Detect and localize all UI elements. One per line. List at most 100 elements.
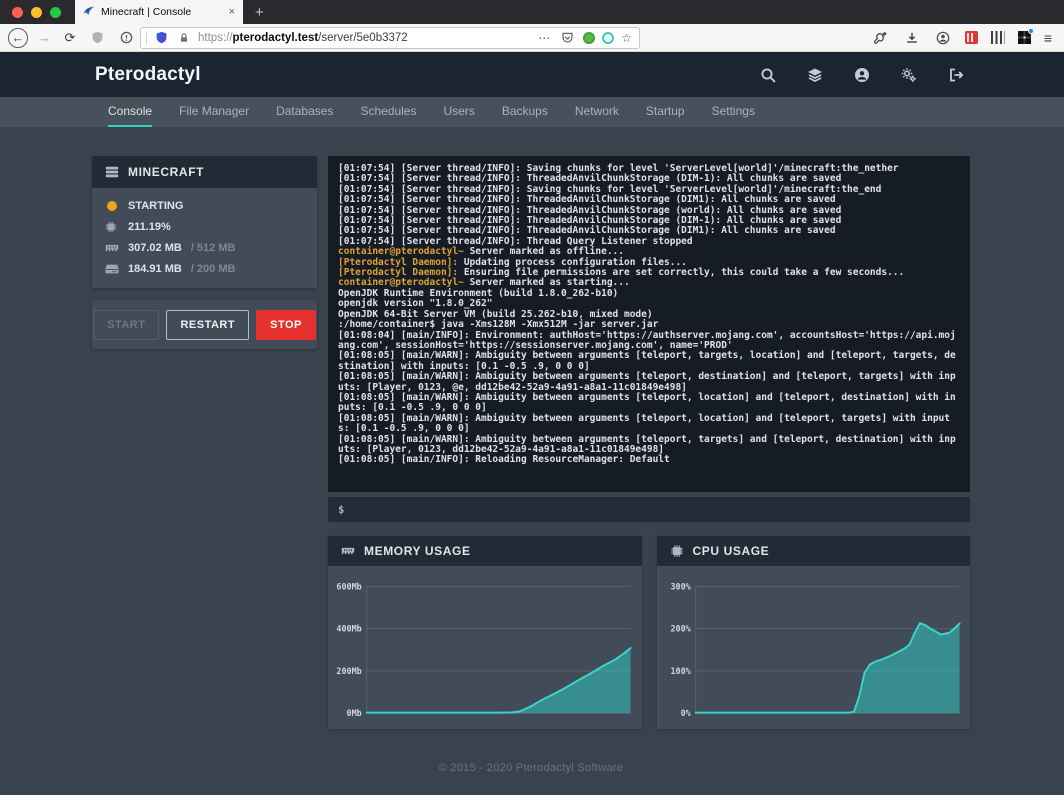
pocket-icon[interactable]	[558, 29, 576, 47]
menu-icon[interactable]: ≡	[1044, 30, 1052, 46]
extension-bars-icon[interactable]	[991, 31, 1005, 44]
disk-usage-stat: 184.91 MB / 200 MB	[105, 263, 304, 275]
console-column: [01:07:54] [Server thread/INFO]: Saving …	[328, 156, 970, 729]
close-window-button[interactable]	[12, 7, 23, 18]
memory-chart-header: MEMORY USAGE	[328, 536, 642, 566]
extension-teal-icon[interactable]	[602, 32, 614, 44]
disk-limit: / 200 MB	[191, 263, 236, 275]
url-bar[interactable]: https://pterodactyl.test/server/5e0b3372…	[140, 27, 640, 49]
disk-icon	[105, 263, 119, 275]
start-button[interactable]: START	[93, 310, 159, 340]
browser-tabstrip: Minecraft | Console × +	[0, 0, 1064, 24]
url-scheme: https://	[198, 32, 233, 44]
search-icon[interactable]	[760, 67, 776, 83]
user-account-icon[interactable]	[854, 67, 870, 83]
server-card-header: MINECRAFT	[92, 156, 317, 188]
server-icon	[105, 165, 119, 179]
restart-button[interactable]: RESTART	[166, 310, 249, 340]
server-stats: STARTING 211.19% 307.02 MB	[92, 188, 317, 288]
tab-backups[interactable]: Backups	[502, 97, 548, 127]
tab-title: Minecraft | Console	[101, 6, 223, 18]
permissions-info-icon[interactable]	[117, 29, 135, 47]
fullscreen-window-button[interactable]	[50, 7, 61, 18]
memory-usage-chart-card: MEMORY USAGE 0Mb200Mb400Mb600Mb	[328, 536, 642, 729]
urlbar-divider	[146, 31, 147, 45]
cpu-value: 211.19%	[128, 221, 171, 233]
footer-copyright: © 2015 - 2020 Pterodactyl Software	[92, 762, 970, 774]
status-badge: STARTING	[105, 200, 304, 212]
tracking-shield-icon[interactable]	[88, 29, 106, 47]
tab-file-manager[interactable]: File Manager	[179, 97, 249, 127]
console-command-bar: $	[328, 497, 970, 522]
console-line: [01:08:05] [main/WARN]: Ambiguity betwee…	[338, 414, 960, 435]
disk-value: 184.91 MB	[128, 263, 182, 275]
console-line: [01:08:05] [main/WARN]: Ambiguity betwee…	[338, 372, 960, 393]
servers-layers-icon[interactable]	[807, 67, 823, 83]
url-path: /server/5e0b3372	[318, 32, 408, 44]
minimize-window-button[interactable]	[31, 7, 42, 18]
reload-button[interactable]: ⟳	[60, 30, 80, 46]
memory-chart-title: MEMORY USAGE	[364, 544, 471, 558]
url-text: https://pterodactyl.test/server/5e0b3372	[198, 32, 533, 44]
apps-grid-icon[interactable]	[1018, 31, 1031, 44]
tab-settings[interactable]: Settings	[712, 97, 755, 127]
svg-text:0Mb: 0Mb	[347, 708, 362, 718]
cpu-chart-plot: 0%100%200%300%	[657, 566, 971, 729]
tab-users[interactable]: Users	[443, 97, 474, 127]
page-actions: ⋯ ☆	[538, 29, 632, 47]
console-line: [01:08:04] [main/INFO]: Environment: aut…	[338, 331, 960, 352]
status-label: STARTING	[128, 200, 183, 212]
console-output[interactable]: [01:07:54] [Server thread/INFO]: Saving …	[328, 156, 970, 492]
browser-tab[interactable]: Minecraft | Console ×	[75, 0, 243, 24]
extension-red-icon[interactable]	[965, 31, 978, 44]
sidebar-column: MINECRAFT STARTING 211.19%	[92, 156, 317, 349]
tab-network[interactable]: Network	[575, 97, 619, 127]
bookmark-star-icon[interactable]: ☆	[621, 31, 632, 45]
wrench-icon[interactable]	[872, 29, 890, 47]
toolbar-right-icons: ≡	[872, 29, 1056, 47]
download-icon[interactable]	[903, 29, 921, 47]
tab-close-icon[interactable]: ×	[229, 6, 235, 18]
cpu-icon	[670, 544, 684, 558]
stop-button[interactable]: STOP	[256, 310, 316, 340]
svg-text:0%: 0%	[680, 708, 691, 718]
browser-toolbar: ← → ⟳ https://pterodactyl.test/server/5e…	[0, 24, 1064, 52]
cpu-usage-stat: 211.19%	[105, 221, 304, 233]
console-prompt: $	[338, 504, 344, 516]
lock-icon[interactable]	[175, 29, 193, 47]
status-dot-icon	[107, 201, 117, 211]
admin-gears-icon[interactable]	[901, 67, 917, 83]
forward-button[interactable]: →	[34, 30, 54, 45]
protections-shield-icon[interactable]	[152, 29, 170, 47]
tab-startup[interactable]: Startup	[646, 97, 685, 127]
back-button[interactable]: ←	[8, 28, 28, 48]
tab-console[interactable]: Console	[108, 97, 152, 127]
svg-text:600Mb: 600Mb	[336, 581, 361, 591]
server-info-card: MINECRAFT STARTING 211.19%	[92, 156, 317, 288]
svg-text:100%: 100%	[670, 666, 691, 676]
cpu-usage-chart-card: CPU USAGE 0%100%200%300%	[657, 536, 971, 729]
cpu-chart-title: CPU USAGE	[693, 544, 770, 558]
server-name: MINECRAFT	[128, 165, 204, 179]
extension-green-icon[interactable]	[583, 32, 595, 44]
memory-usage-stat: 307.02 MB / 512 MB	[105, 242, 304, 254]
url-domain: pterodactyl.test	[233, 32, 319, 44]
tab-schedules[interactable]: Schedules	[360, 97, 416, 127]
tab-databases[interactable]: Databases	[276, 97, 333, 127]
memory-chart-plot: 0Mb200Mb400Mb600Mb	[328, 566, 642, 729]
power-controls-card: START RESTART STOP	[92, 300, 317, 349]
window-controls	[0, 0, 75, 24]
logout-icon[interactable]	[948, 67, 964, 83]
console-command-input[interactable]	[352, 504, 960, 516]
cpu-chart-header: CPU USAGE	[657, 536, 971, 566]
console-line: [01:08:05] [main/WARN]: Ambiguity betwee…	[338, 393, 960, 414]
memory-value: 307.02 MB	[128, 242, 182, 254]
account-icon[interactable]	[934, 29, 952, 47]
browser-window: Minecraft | Console × + ← → ⟳ https://pt…	[0, 0, 1064, 795]
pterodactyl-favicon	[83, 6, 95, 18]
page-actions-icon[interactable]: ⋯	[538, 31, 551, 45]
cpu-icon	[105, 221, 119, 233]
app-title: Pterodactyl	[95, 64, 201, 86]
svg-text:200%: 200%	[670, 624, 691, 634]
new-tab-button[interactable]: +	[243, 0, 276, 24]
